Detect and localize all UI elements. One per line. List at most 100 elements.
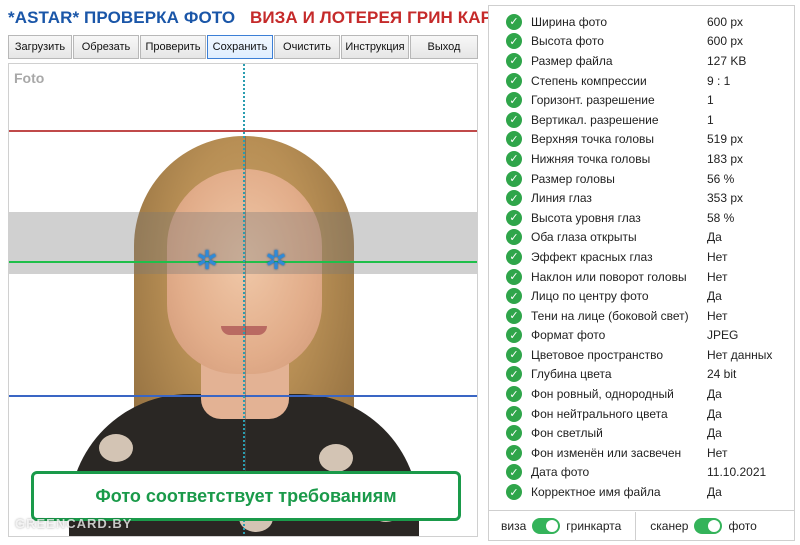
check-ok-icon: ✓ xyxy=(506,190,522,207)
app-title: *ASTAR* ПРОВЕРКА ФОТО ВИЗА И ЛОТЕРЕЯ ГРИ… xyxy=(8,6,514,30)
save-button[interactable]: Сохранить xyxy=(207,35,273,59)
photo-canvas[interactable]: Foto ✲ ✲ Фото соответствует требованиям … xyxy=(8,63,478,537)
check-value: 11.10.2021 xyxy=(707,465,767,480)
app-brand: *ASTAR* ПРОВЕРКА ФОТО xyxy=(8,8,236,27)
check-label: Эффект красных глаз xyxy=(531,249,653,264)
check-ok-icon: ✓ xyxy=(506,131,522,148)
check-button[interactable]: Проверить xyxy=(140,35,206,59)
check-ok-icon: ✓ xyxy=(506,307,522,324)
crop-button[interactable]: Обрезать xyxy=(73,35,139,59)
check-value: 1 xyxy=(707,112,714,127)
shirt-flower xyxy=(319,444,353,472)
check-row: ✓ Цветовое пространство Нет данных xyxy=(489,345,794,365)
scanner-photo-toggle[interactable]: сканер фото xyxy=(650,517,757,534)
check-row: ✓ Глубина цвета 24 bit xyxy=(489,365,794,385)
check-ok-icon: ✓ xyxy=(506,268,522,285)
check-value: 127 KB xyxy=(707,53,747,68)
check-value: Да xyxy=(707,387,722,402)
check-ok-icon: ✓ xyxy=(506,13,522,30)
load-button[interactable]: Загрузить xyxy=(8,35,72,59)
clear-button[interactable]: Очистить xyxy=(274,35,340,59)
check-value: 58 % xyxy=(707,210,735,225)
check-label: Нижняя точка головы xyxy=(531,151,651,166)
check-row: ✓ Фон изменён или засвечен Нет xyxy=(489,443,794,463)
check-ok-icon: ✓ xyxy=(506,209,522,226)
check-value: 56 % xyxy=(707,171,735,186)
check-label: Дата фото xyxy=(531,465,590,480)
check-ok-icon: ✓ xyxy=(506,170,522,187)
check-ok-icon: ✓ xyxy=(506,425,522,442)
check-label: Размер головы xyxy=(531,171,615,186)
check-ok-icon: ✓ xyxy=(506,366,522,383)
left-eye-marker-icon[interactable]: ✲ xyxy=(193,246,221,274)
check-ok-icon: ✓ xyxy=(506,346,522,363)
check-ok-icon: ✓ xyxy=(506,229,522,246)
check-ok-icon: ✓ xyxy=(506,248,522,265)
app-subtitle: ВИЗА И ЛОТЕРЕЯ ГРИН КАРТА xyxy=(249,8,514,27)
check-label: Размер файла xyxy=(531,53,613,68)
check-value: Да xyxy=(707,230,722,245)
visa-greencard-toggle[interactable]: виза гринкарта xyxy=(501,517,621,534)
check-row: ✓ Степень компрессии 9 : 1 xyxy=(489,71,794,91)
check-value: Нет данных xyxy=(707,347,773,362)
check-label: Фон светлый xyxy=(531,426,603,441)
check-value: Да xyxy=(707,426,722,441)
check-label: Высота фото xyxy=(531,34,604,49)
check-row: ✓ Размер файла 127 KB xyxy=(489,51,794,71)
check-row: ✓ Тени на лице (боковой свет) Нет xyxy=(489,306,794,326)
check-ok-icon: ✓ xyxy=(506,288,522,305)
check-row: ✓ Верхняя точка головы 519 px xyxy=(489,130,794,150)
check-value: 183 px xyxy=(707,151,744,166)
check-value: 519 px xyxy=(707,132,744,147)
check-value: Да xyxy=(707,289,722,304)
check-row: ✓ Лицо по центру фото Да xyxy=(489,286,794,306)
check-label: Ширина фото xyxy=(531,14,608,29)
toolbar: Загрузить Обрезать Проверить Сохранить О… xyxy=(8,35,478,59)
check-label: Линия глаз xyxy=(531,191,592,206)
check-row: ✓ Вертикал. разрешение 1 xyxy=(489,110,794,130)
toggle-switch[interactable] xyxy=(694,517,723,534)
check-ok-icon: ✓ xyxy=(506,72,522,89)
check-value: 24 bit xyxy=(707,367,737,382)
check-value: 600 px xyxy=(707,34,744,49)
check-label: Фон нейтрального цвета xyxy=(531,406,668,421)
check-label: Глубина цвета xyxy=(531,367,612,382)
mode-toggles: виза гринкарта сканер фото xyxy=(489,510,794,540)
check-value: Нет xyxy=(707,308,728,323)
check-row: ✓ Высота фото 600 px xyxy=(489,32,794,52)
exit-button[interactable]: Выход xyxy=(410,35,478,59)
check-label: Верхняя точка головы xyxy=(531,132,655,147)
check-label: Корректное имя файла xyxy=(531,485,661,500)
check-label: Фон ровный, однородный xyxy=(531,387,674,402)
check-ok-icon: ✓ xyxy=(506,111,522,128)
check-ok-icon: ✓ xyxy=(506,150,522,167)
check-label: Фон изменён или засвечен xyxy=(531,445,682,460)
check-label: Формат фото xyxy=(531,328,606,343)
check-ok-icon: ✓ xyxy=(506,386,522,403)
toggle-left-label: виза xyxy=(501,518,527,533)
results-panel: ✓ Ширина фото 600 px ✓ Высота фото 600 px ✓ Раз… xyxy=(488,5,795,541)
check-ok-icon: ✓ xyxy=(506,484,522,501)
check-value: 600 px xyxy=(707,14,744,29)
right-eye-marker-icon[interactable]: ✲ xyxy=(262,246,290,274)
check-row: ✓ Корректное имя файла Да xyxy=(489,482,794,502)
check-row: ✓ Формат фото JPEG xyxy=(489,326,794,346)
check-row: ✓ Фон ровный, однородный Да xyxy=(489,384,794,404)
check-value: 353 px xyxy=(707,191,744,206)
check-value: Нет xyxy=(707,249,728,264)
toggle-left-label: сканер xyxy=(650,518,689,533)
status-banner: Фото соответствует требованиям xyxy=(31,471,461,521)
check-list: ✓ Ширина фото 600 px ✓ Высота фото 600 px ✓ Раз… xyxy=(489,12,794,502)
check-ok-icon: ✓ xyxy=(506,52,522,69)
check-ok-icon: ✓ xyxy=(506,464,522,481)
check-value: 9 : 1 xyxy=(707,73,731,88)
toggle-switch[interactable] xyxy=(532,517,561,534)
check-label: Тени на лице (боковой свет) xyxy=(531,308,689,323)
check-row: ✓ Размер головы 56 % xyxy=(489,169,794,189)
check-row: ✓ Оба глаза открыты Да xyxy=(489,228,794,248)
check-ok-icon: ✓ xyxy=(506,92,522,109)
instructions-button[interactable]: Инструкция xyxy=(341,35,409,59)
check-value: Да xyxy=(707,485,722,500)
check-ok-icon: ✓ xyxy=(506,33,522,50)
check-label: Цветовое пространство xyxy=(531,347,664,362)
